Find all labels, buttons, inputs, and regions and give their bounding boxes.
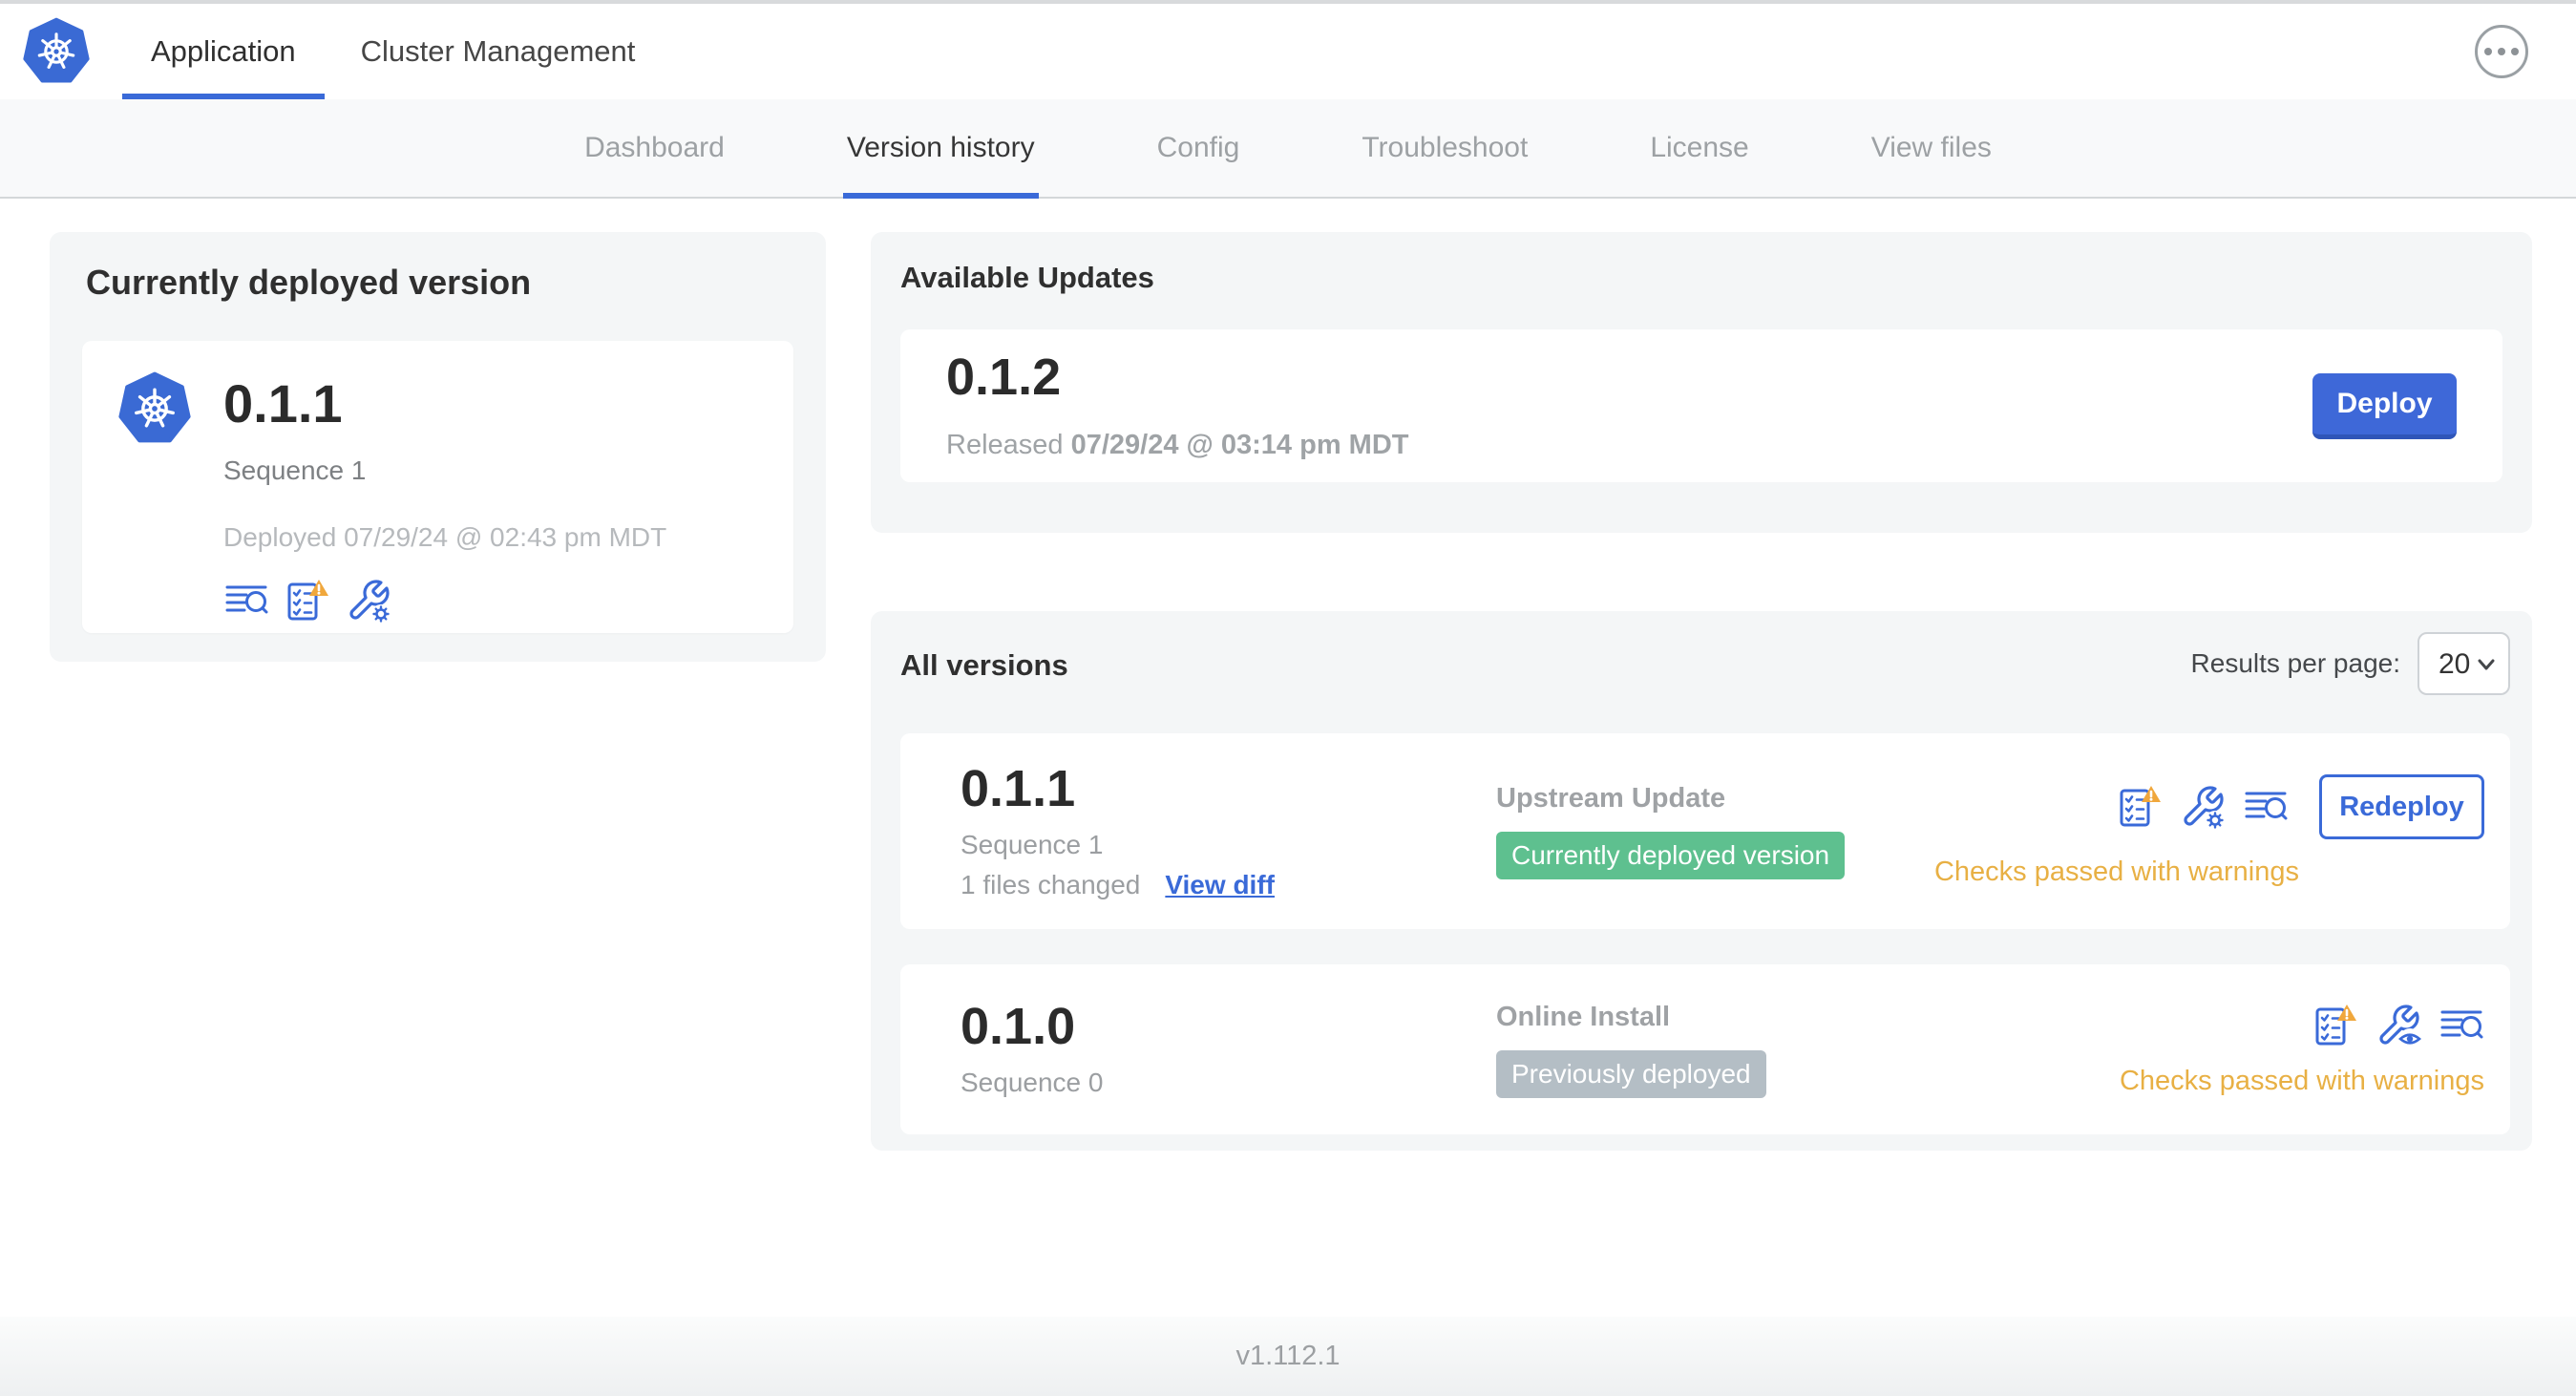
results-per-page: Results per page: 20 <box>2191 632 2510 695</box>
version-row-info: 0.1.0 Sequence 0 <box>961 1001 1496 1098</box>
subnav-license[interactable]: License <box>1589 99 1809 197</box>
logs-search-icon[interactable] <box>2243 784 2289 830</box>
available-update-row: 0.1.2 Released 07/29/24 @ 03:14 pm MDT D… <box>900 329 2502 482</box>
version-row: 0.1.1 Sequence 1 1 files changed View di… <box>900 733 2510 929</box>
all-versions-title: All versions <box>900 648 1068 682</box>
source-label: Online Install <box>1496 1001 1671 1032</box>
app-subnav: Dashboard Version history Config Trouble… <box>0 99 2576 199</box>
edit-config-icon[interactable] <box>2180 784 2226 830</box>
preflight-checks-warning-icon[interactable] <box>285 578 330 624</box>
update-released-timestamp: Released 07/29/24 @ 03:14 pm MDT <box>946 429 1409 460</box>
right-column: Available Updates 0.1.2 Released 07/29/2… <box>871 232 2532 1151</box>
currently-deployed-card: Currently deployed version 0.1.1 Sequenc… <box>50 232 826 662</box>
deployed-status-badge: Currently deployed version <box>1496 832 1846 879</box>
available-updates-title: Available Updates <box>900 261 1154 294</box>
version-row-actions: Redeploy Checks passed with warnings <box>1934 774 2484 888</box>
all-versions-card: All versions Results per page: 20 0.1.1 … <box>871 611 2532 1151</box>
checks-status-text: Checks passed with warnings <box>2119 1065 2484 1096</box>
top-tabs: Application Cluster Management <box>118 4 667 99</box>
top-bar: Application Cluster Management <box>0 4 2576 99</box>
console-version: v1.112.1 <box>1235 1341 1341 1371</box>
tab-cluster-management[interactable]: Cluster Management <box>328 4 668 99</box>
kubernetes-logo-icon <box>23 17 90 86</box>
subnav-troubleshoot[interactable]: Troubleshoot <box>1300 99 1589 197</box>
current-version-number: 0.1.1 <box>223 373 343 434</box>
checks-status-text: Checks passed with warnings <box>1933 857 2299 887</box>
redeploy-button[interactable]: Redeploy <box>2319 774 2484 839</box>
edit-config-icon[interactable] <box>346 578 391 624</box>
subnav-view-files[interactable]: View files <box>1810 99 2053 197</box>
version-row-actions: Checks passed with warnings <box>2120 1003 2484 1097</box>
logs-search-icon[interactable] <box>223 578 269 624</box>
preflight-checks-warning-icon[interactable] <box>2117 784 2163 830</box>
tab-application[interactable]: Application <box>118 4 328 99</box>
results-per-page-select[interactable]: 20 <box>2418 632 2510 695</box>
current-sequence: Sequence 1 <box>223 455 367 485</box>
overflow-menu-button[interactable] <box>2475 25 2528 78</box>
current-deployed-timestamp: Deployed 07/29/24 @ 02:43 pm MDT <box>223 522 667 552</box>
version-row-source: Upstream Update Currently deployed versi… <box>1496 783 1897 879</box>
available-updates-card: Available Updates 0.1.2 Released 07/29/2… <box>871 232 2532 533</box>
update-version-number: 0.1.2 <box>946 348 1062 406</box>
all-versions-header: All versions Results per page: 20 <box>900 632 2510 695</box>
deploy-button[interactable]: Deploy <box>2312 372 2457 439</box>
logs-search-icon[interactable] <box>2439 1003 2484 1048</box>
page-footer: v1.112.1 <box>0 1317 2576 1396</box>
app-logo-icon <box>118 371 191 446</box>
preflight-checks-warning-icon[interactable] <box>2312 1003 2358 1048</box>
subnav-config[interactable]: Config <box>1096 99 1301 197</box>
row-version-number: 0.1.0 <box>961 998 1076 1055</box>
ellipsis-icon <box>2484 48 2492 55</box>
version-row-info: 0.1.1 Sequence 1 1 files changed View di… <box>961 763 1496 900</box>
view-config-icon[interactable] <box>2375 1003 2421 1048</box>
files-changed: 1 files changed <box>961 869 1141 899</box>
subnav-version-history[interactable]: Version history <box>786 99 1096 199</box>
currently-deployed-title: Currently deployed version <box>86 263 532 302</box>
previously-deployed-badge: Previously deployed <box>1496 1049 1766 1098</box>
current-version-actions <box>223 578 666 624</box>
subnav-dashboard[interactable]: Dashboard <box>523 99 786 197</box>
version-row: 0.1.0 Sequence 0 Online Install Previous… <box>900 964 2510 1134</box>
view-diff-link[interactable]: View diff <box>1165 870 1275 900</box>
row-sequence: Sequence 0 <box>961 1068 1104 1097</box>
row-version-number: 0.1.1 <box>961 759 1076 817</box>
source-label: Upstream Update <box>1496 783 1726 814</box>
results-per-page-label: Results per page: <box>2190 648 2400 678</box>
version-row-source: Online Install Previously deployed <box>1496 1002 1897 1098</box>
main-content: Currently deployed version 0.1.1 Sequenc… <box>0 199 2576 1317</box>
row-sequence: Sequence 1 <box>961 829 1104 859</box>
currently-deployed-version-card: 0.1.1 Sequence 1 Deployed 07/29/24 @ 02:… <box>82 341 793 633</box>
